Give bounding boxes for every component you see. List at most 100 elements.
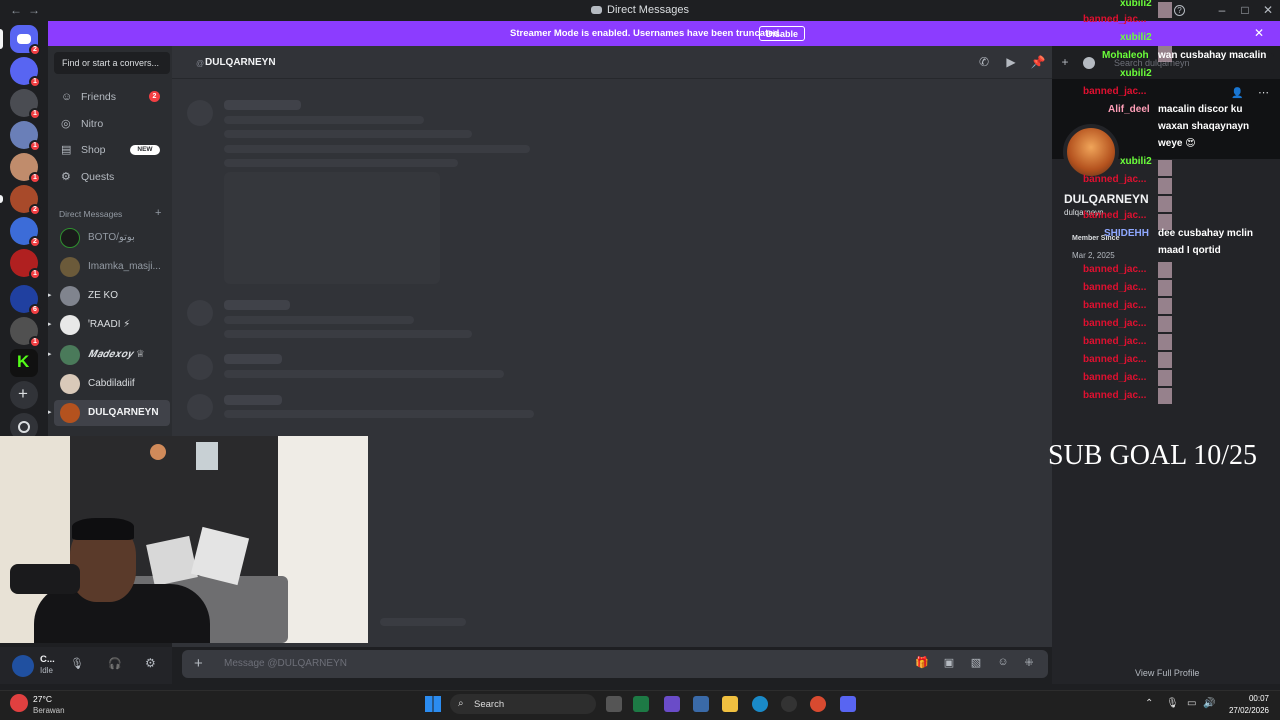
notification-badge: 1 [29,336,41,348]
server-icon[interactable]: 6 [10,285,41,316]
chat-username: banned_jac... [1083,390,1147,401]
excel-icon[interactable] [633,696,649,712]
dm-item[interactable]: ▸ ZE KO [48,283,170,309]
avatar [60,257,80,277]
gif-icon[interactable]: ▣ [942,656,956,670]
file-explorer-icon[interactable] [722,696,738,712]
dm-item-selected[interactable]: ▸ DULQARNEYN [48,400,170,426]
volume-icon[interactable]: 🔊 [1203,698,1215,709]
close-window-button[interactable]: ✕ [1258,3,1278,17]
notification-badge: 1 [29,76,41,88]
shop-icon: ▤ [61,144,72,156]
chat-username: SHIDEHH [1104,228,1150,239]
avatar[interactable] [12,655,34,677]
banner-message: Streamer Mode is enabled. Usernames have… [510,28,782,39]
chat-header [172,46,1052,79]
emoji-icon[interactable]: ☺ [996,656,1010,670]
chat-username: banned_jac... [1083,354,1147,365]
message-input[interactable]: Message @DULQARNEYN [224,658,347,669]
chat-username: banned_jac... [1083,300,1147,311]
dm-name: Imamka_masji... [88,261,161,272]
apps-icon[interactable]: ⁜ [1022,656,1036,670]
weather-temp: 27°C [33,694,52,704]
server-icon[interactable]: 1 [10,121,41,152]
chrome-icon[interactable] [810,696,826,712]
close-banner-icon[interactable]: ✕ [1254,26,1264,40]
discord-taskbar-icon[interactable] [840,696,856,712]
video-call-icon[interactable]: ▶ [1003,55,1019,71]
sidebar-item-shop[interactable]: ▤ Shop NEW [54,138,170,162]
network-icon[interactable]: ▭ [1187,698,1196,709]
dm-item[interactable]: BOTO/بوتو [54,225,170,251]
server-icon[interactable]: 1 [10,249,41,280]
microphone-tray-icon[interactable]: 🎙 [1166,698,1179,709]
discord-icon [17,34,31,44]
expand-icon: ▸ [48,409,52,416]
discord-icon [591,6,603,14]
kick-server-icon[interactable]: K [10,349,38,377]
headphones-icon[interactable]: 🎧 [108,657,122,670]
taskbar-date[interactable]: 27/02/2026 [1221,706,1269,715]
help-icon[interactable]: ? [1174,5,1185,16]
server-icon[interactable]: 1 [10,89,41,120]
notification-badge: 6 [29,304,41,316]
sticker-icon[interactable]: ▧ [969,656,983,670]
attach-plus-icon[interactable]: + [194,655,203,672]
home-dm-button[interactable]: 2 [0,25,41,56]
chat-username: banned_jac... [1083,174,1147,185]
notification-badge: 1 [29,268,41,280]
user-profile-icon[interactable] [1083,57,1095,69]
task-view-icon[interactable] [606,696,622,712]
profile-display-name: DULQARNEYN [1064,192,1149,206]
wall-light [150,444,166,460]
app-icon[interactable] [781,696,797,712]
pinned-messages-icon[interactable]: 📌 [1030,55,1046,71]
expand-icon: ▸ [48,321,52,328]
chat-username: banned_jac... [1083,372,1147,383]
dm-item[interactable]: ▸ ꞌRAADI ⚡ [48,312,170,338]
sidebar-item-nitro[interactable]: ◎ Nitro [54,112,170,136]
gift-icon[interactable]: 🎁 [915,656,929,670]
taskbar-time[interactable]: 00:07 [1221,694,1269,703]
settings-gear-icon[interactable]: ⚙ [145,656,156,670]
cushion [146,535,198,587]
start-windows-icon[interactable] [425,696,441,712]
server-icon[interactable]: 1 [10,153,41,184]
create-dm-icon[interactable]: + [155,207,161,219]
sidebar-item-quests[interactable]: ⚙ Quests [54,165,170,189]
find-conversation-button[interactable]: Find or start a convers... [54,52,170,74]
more-options-icon[interactable]: ⋯ [1258,86,1269,99]
server-icon[interactable]: 1 [10,317,41,348]
minimize-button[interactable]: – [1212,3,1232,17]
dm-item[interactable]: ▸ 𝑴𝒂𝒅𝒆𝒙𝒐𝒚 ♕ [48,342,170,368]
store-icon[interactable] [693,696,709,712]
dm-name: DULQARNEYN [88,407,159,418]
add-friend-icon[interactable]: 👤 [1231,88,1243,99]
copilot-icon[interactable] [664,696,680,712]
server-icon[interactable]: 2 [10,217,41,248]
add-friends-to-dm-icon[interactable]: + [1057,55,1073,71]
view-full-profile-link[interactable]: View Full Profile [1135,668,1199,678]
disable-streamer-mode-button[interactable]: Disable [759,26,806,41]
maximize-button[interactable]: □ [1235,3,1255,17]
weather-icon[interactable] [10,694,28,712]
avatar [60,374,80,394]
chat-username: banned_jac... [1083,264,1147,275]
sidebar-item-friends[interactable]: ☺ Friends 2 [54,85,170,109]
add-server-icon[interactable]: + [10,381,38,409]
edge-icon[interactable] [752,696,768,712]
at-icon: @ [196,59,205,68]
nitro-icon: ◎ [61,118,71,130]
voice-call-icon[interactable]: ✆ [976,55,992,71]
dm-item[interactable]: Imamka_masji... [54,254,170,280]
server-icon[interactable]: 1 [10,57,41,88]
tray-chevron-icon[interactable]: ⌃ [1145,698,1153,709]
avatar [60,403,80,423]
microphone-icon[interactable]: 🎙 [70,657,84,670]
chat-username: xubili2 [1120,32,1152,43]
dm-item[interactable]: Cabdiladiif [54,371,170,397]
notification-badge: 1 [29,108,41,120]
server-icon[interactable]: 2 [0,185,41,216]
taskbar-search[interactable] [450,694,596,714]
profile-avatar[interactable] [1063,124,1119,180]
